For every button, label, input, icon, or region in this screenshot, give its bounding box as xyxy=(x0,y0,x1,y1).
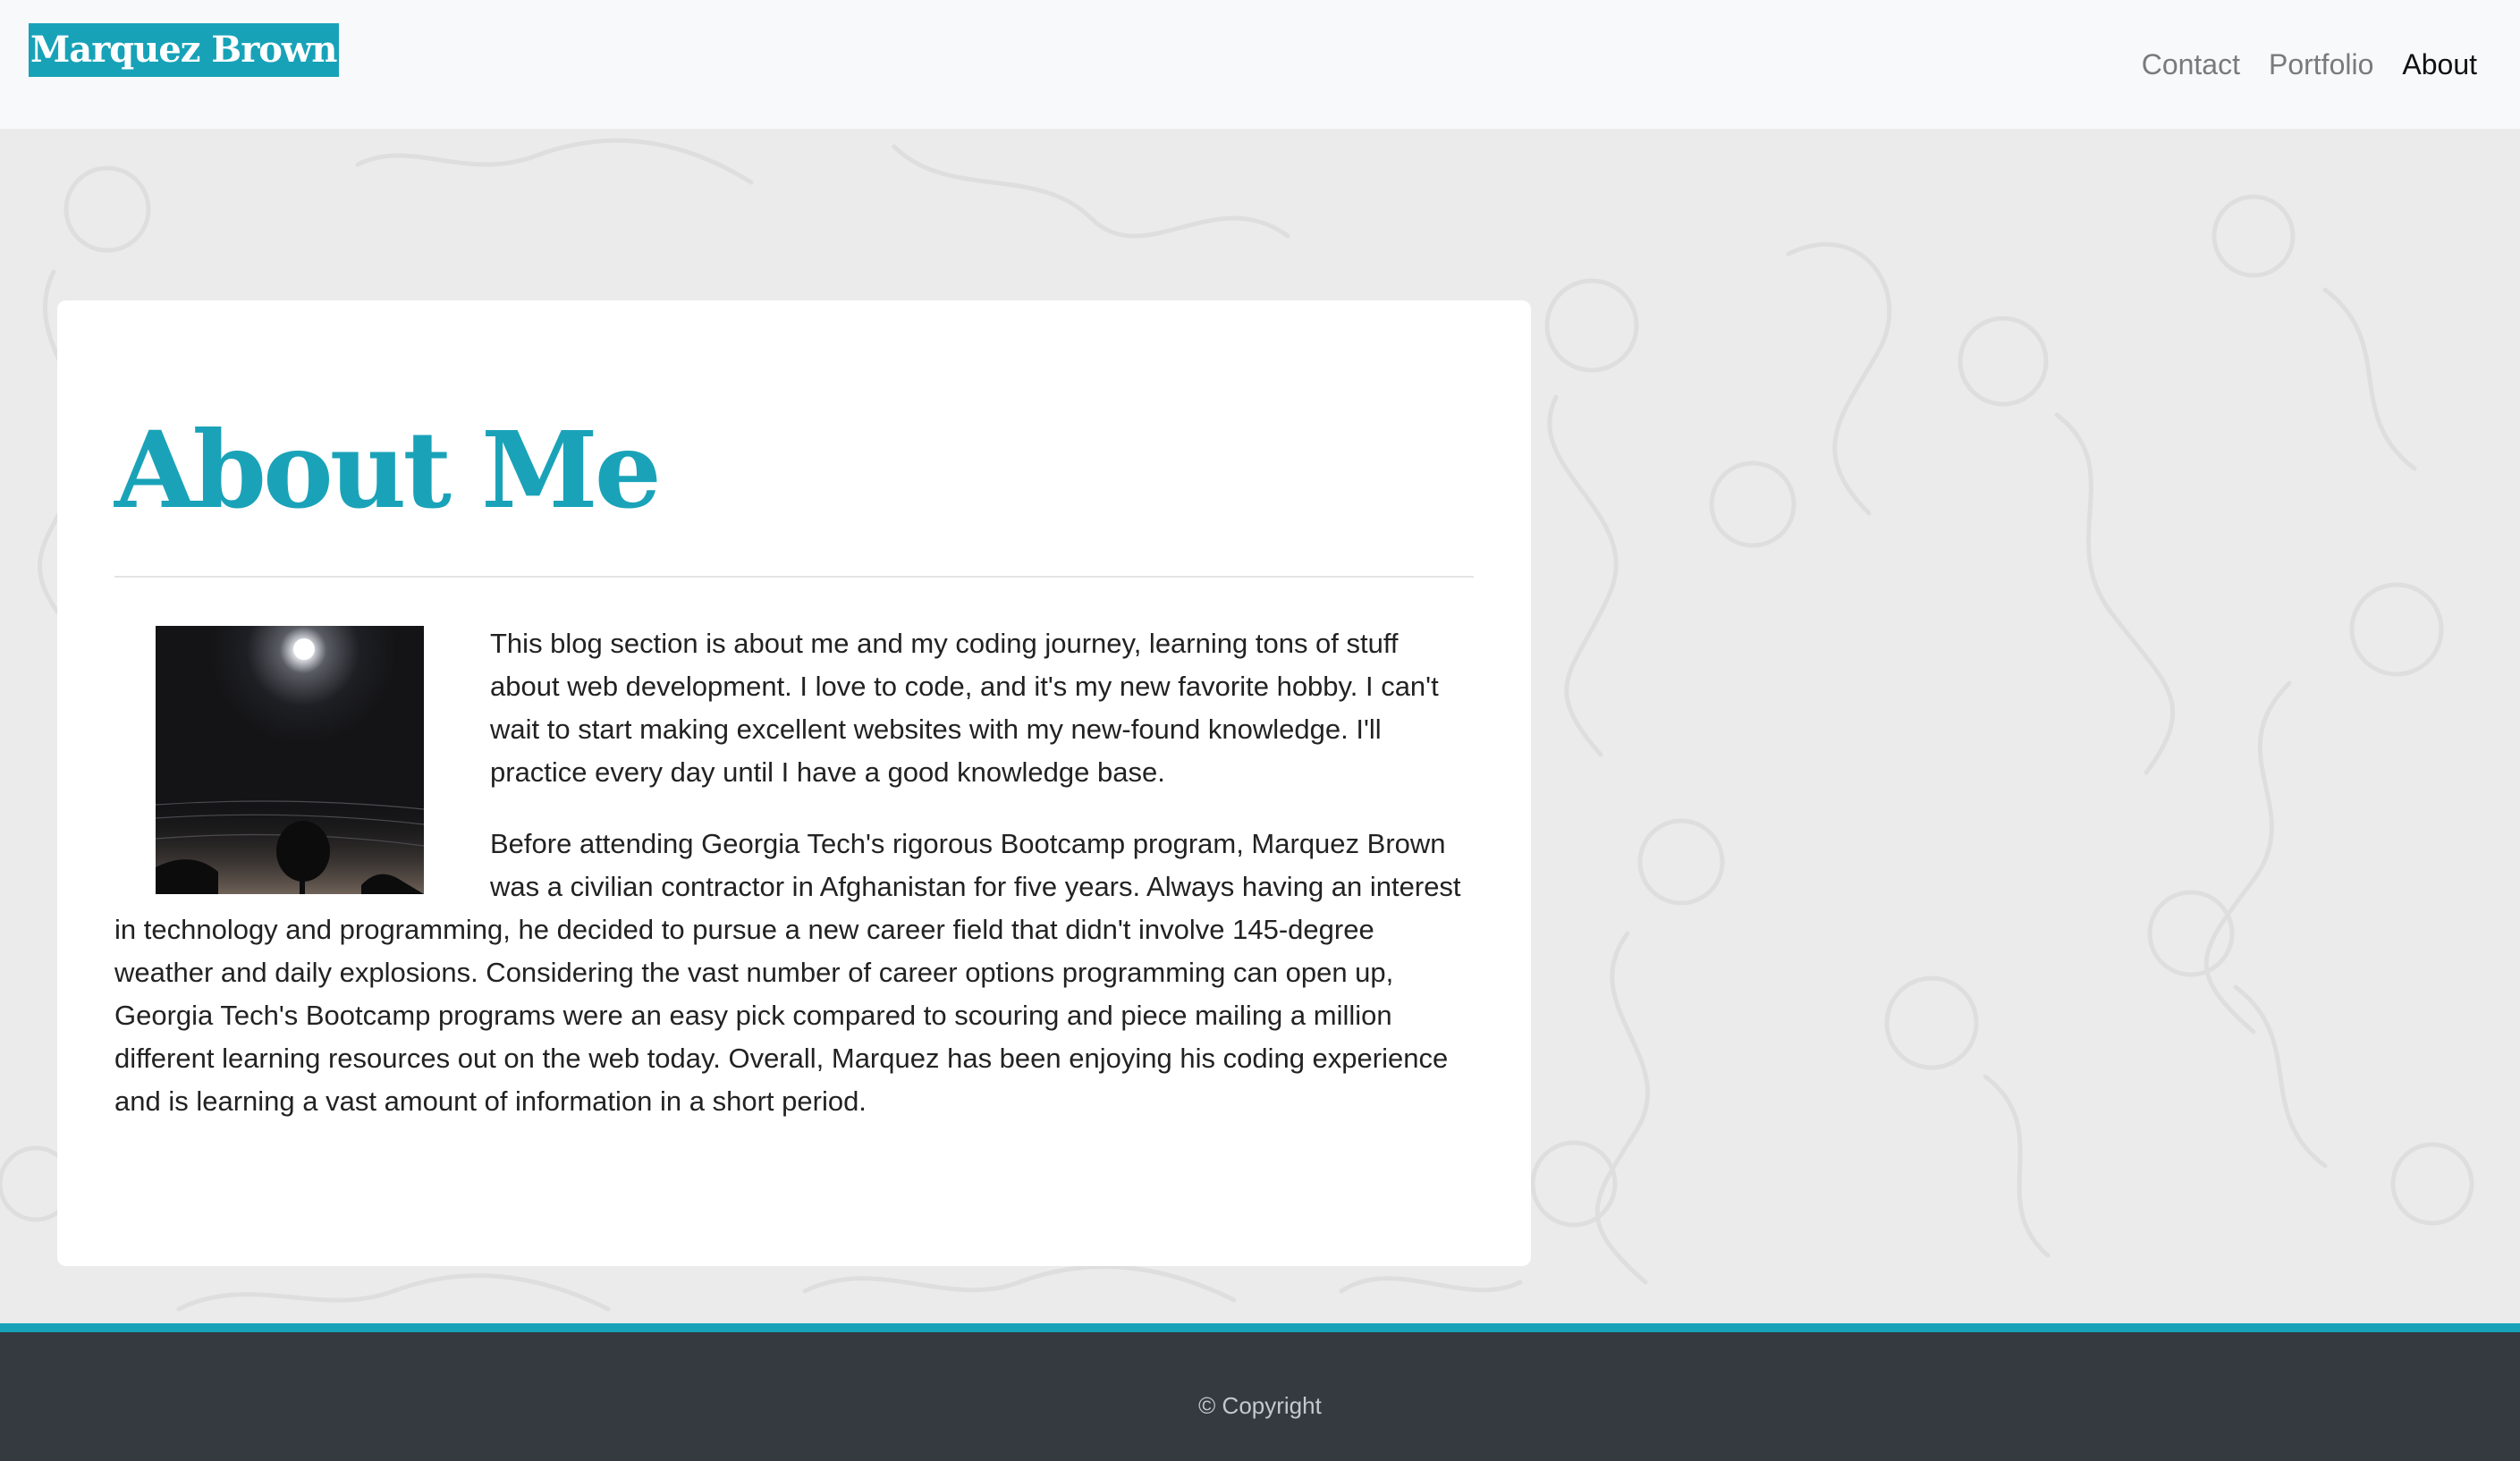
page-title: About Me xyxy=(114,408,662,532)
footer: © Copyright xyxy=(0,1323,2520,1461)
brand-logo-link[interactable]: Marquez Brown xyxy=(29,23,339,77)
nav-link-portfolio[interactable]: Portfolio xyxy=(2269,43,2373,86)
title-divider xyxy=(114,576,1474,578)
copyright-text: © Copyright xyxy=(1198,1392,1322,1419)
profile-photo xyxy=(156,626,424,894)
nav-link-contact[interactable]: Contact xyxy=(2142,43,2240,86)
nav-menu: Contact Portfolio About xyxy=(2142,43,2477,86)
about-content: This blog section is about me and my cod… xyxy=(114,622,1474,1152)
about-card: About Me This blog section is about me a… xyxy=(57,300,1531,1266)
navbar: Marquez Brown Contact Portfolio About xyxy=(0,0,2520,129)
nav-link-about[interactable]: About xyxy=(2402,43,2477,86)
